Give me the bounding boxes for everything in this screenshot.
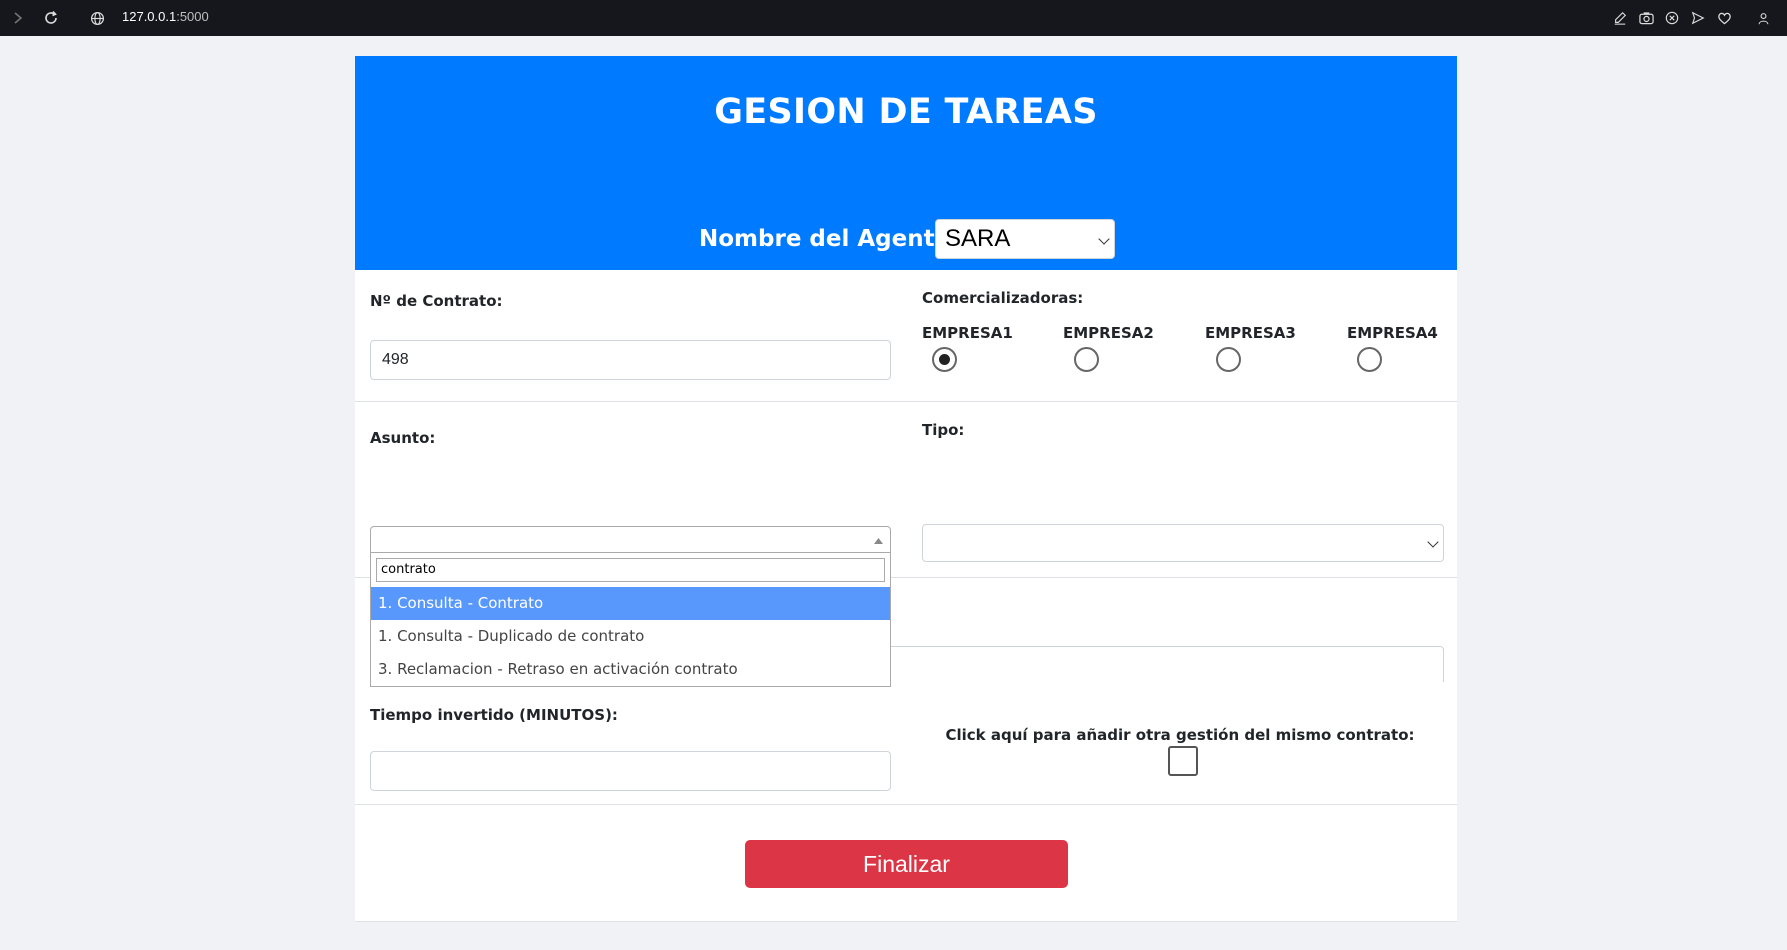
heart-icon[interactable] [1715,9,1733,27]
asunto-select[interactable] [370,526,891,554]
section-asunto: Asunto: Tipo: [355,402,1457,577]
caret-up-icon [874,538,883,544]
comercializadoras-label: Comercializadoras: [922,289,1084,307]
asunto-search-input[interactable]: contrato [376,558,885,582]
send-icon[interactable] [1689,9,1707,27]
asunto-option[interactable]: 1. Consulta - Contrato [371,587,890,620]
divider [355,921,1457,922]
contrato-value: 498 [382,351,409,368]
edit-icon[interactable] [1611,9,1629,27]
contrato-input[interactable]: 498 [370,340,891,380]
empresa1-label: EMPRESA1 [922,324,1013,342]
profile-icon[interactable] [1754,9,1772,27]
camera-icon[interactable] [1637,9,1655,27]
empresa4-radio[interactable] [1357,347,1382,372]
asunto-option[interactable]: 1. Consulta - Duplicado de contrato [371,620,890,653]
url-port: :5000 [176,9,209,24]
chevron-down-icon [1427,536,1439,548]
empresa2-label: EMPRESA2 [1063,324,1154,342]
empresa1-radio[interactable] [932,347,957,372]
section-actions: Finalizar [355,805,1457,921]
finalizar-button[interactable]: Finalizar [745,840,1068,888]
empresa2-radio[interactable] [1074,347,1099,372]
reload-icon[interactable] [42,9,60,27]
empresa3-label: EMPRESA3 [1205,324,1296,342]
contrato-label: Nº de Contrato: [370,292,503,310]
empresa4-label: EMPRESA4 [1347,324,1438,342]
tipo-select[interactable] [922,524,1444,562]
page-title: GESION DE TAREAS [714,92,1098,132]
asunto-label: Asunto: [370,429,436,447]
form-header: GESION DE TAREAS Nombre del Agente: SARA [355,56,1457,270]
radio-selected-dot [939,354,950,365]
forward-icon[interactable] [9,9,27,27]
globe-icon [88,9,106,27]
tipo-label: Tipo: [922,421,965,439]
browser-toolbar: 127.0.0.1:5000 [0,0,1787,36]
asunto-option[interactable]: 3. Reclamacion - Retraso en activación c… [371,653,890,686]
asunto-dropdown: contrato 1. Consulta - Contrato 1. Consu… [370,552,891,687]
url-host: 127.0.0.1 [122,9,177,24]
chevron-down-icon [1098,233,1110,245]
close-circle-icon[interactable] [1663,9,1681,27]
empresa3-radio[interactable] [1216,347,1241,372]
otra-gestion-checkbox[interactable] [1168,746,1198,776]
tiempo-input[interactable] [370,751,891,791]
tiempo-label: Tiempo invertido (MINUTOS): [370,706,618,724]
agent-select-value: SARA [945,225,1011,252]
address-bar[interactable]: 127.0.0.1:5000 [122,9,209,24]
section-contrato: Nº de Contrato: 498 Comercializadoras: E… [355,270,1457,401]
otra-gestion-label: Click aquí para añadir otra gestión del … [945,726,1415,744]
agent-select[interactable]: SARA [935,219,1115,259]
agent-label: Nombre del Agente: [699,226,960,252]
